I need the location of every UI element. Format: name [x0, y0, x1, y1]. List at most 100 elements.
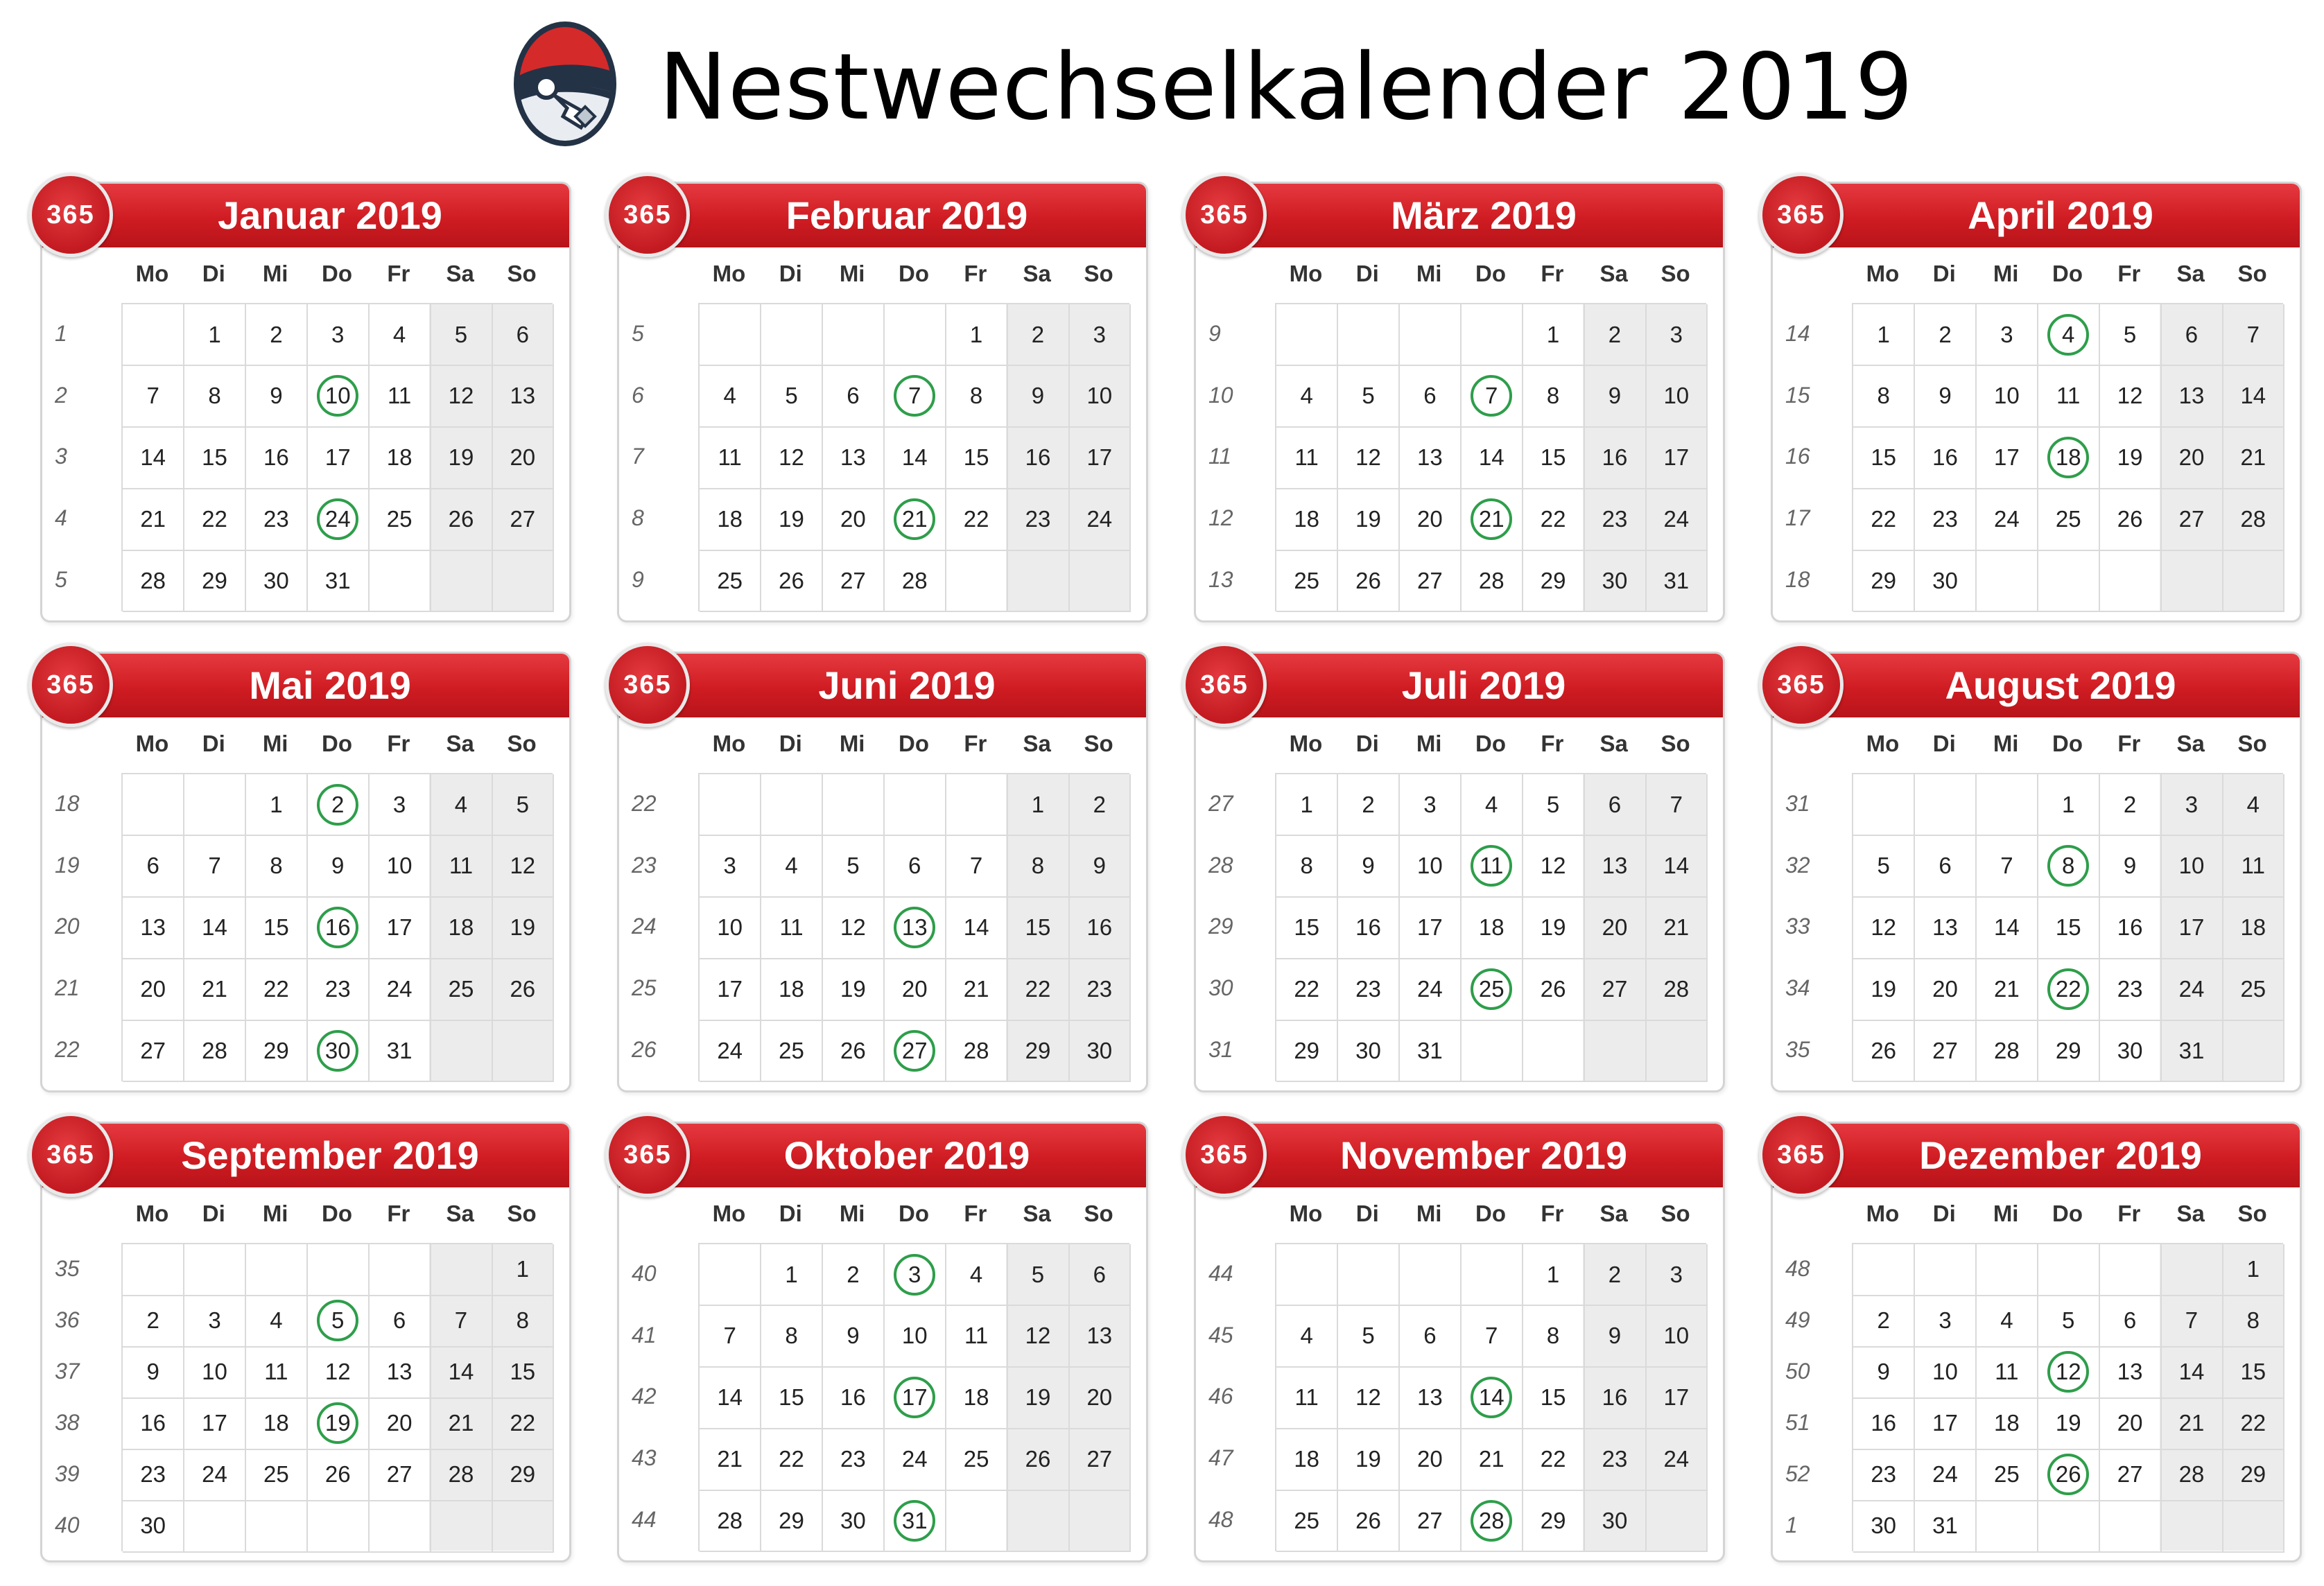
- day-cell[interactable]: 8: [1523, 1305, 1585, 1368]
- day-cell[interactable]: 20: [2099, 1398, 2162, 1450]
- day-cell[interactable]: 22: [1276, 959, 1339, 1021]
- day-cell[interactable]: 7: [1461, 1305, 1523, 1368]
- day-cell[interactable]: 20: [822, 489, 885, 551]
- day-cell[interactable]: 14: [431, 1347, 493, 1399]
- day-cell[interactable]: 26: [1523, 959, 1585, 1021]
- day-cell[interactable]: 20: [1584, 897, 1647, 959]
- day-cell[interactable]: 11: [245, 1347, 309, 1399]
- day-cell[interactable]: 25: [1976, 1449, 2039, 1501]
- day-cell[interactable]: 8: [761, 1305, 824, 1368]
- day-cell[interactable]: 18: [431, 897, 493, 959]
- day-cell[interactable]: 2: [1069, 774, 1131, 837]
- day-cell[interactable]: 19: [2038, 1398, 2100, 1450]
- day-cell[interactable]: 29: [761, 1490, 824, 1553]
- day-cell[interactable]: 4: [1461, 774, 1523, 837]
- day-cell[interactable]: 18: [1276, 1429, 1339, 1491]
- day-cell[interactable]: 13: [369, 1347, 431, 1399]
- day-cell[interactable]: 28: [946, 1020, 1008, 1083]
- day-cell[interactable]: 21: [1461, 489, 1523, 551]
- day-cell[interactable]: 12: [492, 835, 555, 898]
- day-cell[interactable]: 1: [1523, 304, 1585, 367]
- day-cell[interactable]: 30: [1584, 1490, 1647, 1553]
- day-cell[interactable]: 20: [1914, 959, 1977, 1021]
- day-cell[interactable]: 31: [369, 1020, 431, 1083]
- day-cell[interactable]: 6: [1069, 1244, 1131, 1307]
- day-cell[interactable]: 20: [2161, 427, 2223, 489]
- day-cell[interactable]: 4: [245, 1296, 309, 1348]
- day-cell[interactable]: 13: [1399, 1367, 1462, 1429]
- day-cell[interactable]: 7: [884, 365, 946, 428]
- day-cell[interactable]: 7: [1646, 774, 1708, 837]
- day-cell[interactable]: 14: [184, 897, 247, 959]
- day-cell[interactable]: 24: [884, 1429, 946, 1491]
- day-cell[interactable]: 9: [1853, 1347, 1916, 1399]
- day-cell[interactable]: 4: [2223, 774, 2285, 837]
- day-cell[interactable]: 14: [700, 1367, 762, 1429]
- day-cell[interactable]: 19: [307, 1398, 370, 1450]
- day-cell[interactable]: 30: [1853, 1501, 1916, 1553]
- day-cell[interactable]: 11: [1276, 1367, 1339, 1429]
- day-cell[interactable]: 7: [431, 1296, 493, 1348]
- day-cell[interactable]: 14: [1461, 427, 1523, 489]
- day-cell[interactable]: 12: [2038, 1347, 2100, 1399]
- day-cell[interactable]: 30: [2099, 1020, 2162, 1083]
- day-cell[interactable]: 19: [1337, 1429, 1401, 1491]
- day-cell[interactable]: 19: [1007, 1367, 1070, 1429]
- day-cell[interactable]: 5: [761, 365, 824, 428]
- day-cell[interactable]: 30: [307, 1020, 370, 1083]
- day-cell[interactable]: 11: [946, 1305, 1008, 1368]
- day-cell[interactable]: 4: [1276, 365, 1339, 428]
- day-cell[interactable]: 30: [1914, 550, 1977, 613]
- day-cell[interactable]: 15: [184, 427, 247, 489]
- day-cell[interactable]: 9: [822, 1305, 885, 1368]
- day-cell[interactable]: 17: [1646, 1367, 1708, 1429]
- day-cell[interactable]: 28: [1461, 1490, 1523, 1553]
- day-cell[interactable]: 28: [884, 550, 946, 613]
- day-cell[interactable]: 2: [307, 774, 370, 837]
- day-cell[interactable]: 12: [1853, 897, 1916, 959]
- day-cell[interactable]: 23: [2099, 959, 2162, 1021]
- day-cell[interactable]: 11: [369, 365, 431, 428]
- day-cell[interactable]: 2: [1337, 774, 1401, 837]
- day-cell[interactable]: 19: [761, 489, 824, 551]
- day-cell[interactable]: 2: [1853, 1296, 1916, 1348]
- day-cell[interactable]: 19: [1337, 489, 1401, 551]
- day-cell[interactable]: 24: [369, 959, 431, 1021]
- day-cell[interactable]: 26: [1337, 550, 1401, 613]
- day-cell[interactable]: 16: [245, 427, 309, 489]
- day-cell[interactable]: 25: [369, 489, 431, 551]
- day-cell[interactable]: 24: [1069, 489, 1131, 551]
- day-cell[interactable]: 9: [1337, 835, 1401, 898]
- day-cell[interactable]: 5: [1523, 774, 1585, 837]
- day-cell[interactable]: 21: [431, 1398, 493, 1450]
- day-cell[interactable]: 1: [946, 304, 1008, 367]
- day-cell[interactable]: 8: [946, 365, 1008, 428]
- day-cell[interactable]: 11: [431, 835, 493, 898]
- day-cell[interactable]: 15: [1276, 897, 1339, 959]
- day-cell[interactable]: 16: [123, 1398, 185, 1450]
- day-cell[interactable]: 3: [884, 1244, 946, 1307]
- day-cell[interactable]: 19: [2099, 427, 2162, 489]
- day-cell[interactable]: 13: [123, 897, 185, 959]
- day-cell[interactable]: 28: [1976, 1020, 2039, 1083]
- day-cell[interactable]: 7: [700, 1305, 762, 1368]
- day-cell[interactable]: 22: [245, 959, 309, 1021]
- day-cell[interactable]: 13: [2161, 365, 2223, 428]
- day-cell[interactable]: 11: [700, 427, 762, 489]
- day-cell[interactable]: 5: [2038, 1296, 2100, 1348]
- day-cell[interactable]: 28: [700, 1490, 762, 1553]
- day-cell[interactable]: 19: [822, 959, 885, 1021]
- day-cell[interactable]: 2: [1584, 1244, 1647, 1307]
- day-cell[interactable]: 26: [1007, 1429, 1070, 1491]
- day-cell[interactable]: 14: [884, 427, 946, 489]
- day-cell[interactable]: 15: [1853, 427, 1916, 489]
- day-cell[interactable]: 26: [822, 1020, 885, 1083]
- day-cell[interactable]: 22: [946, 489, 1008, 551]
- day-cell[interactable]: 8: [184, 365, 247, 428]
- day-cell[interactable]: 29: [2038, 1020, 2100, 1083]
- day-cell[interactable]: 26: [2099, 489, 2162, 551]
- day-cell[interactable]: 15: [946, 427, 1008, 489]
- day-cell[interactable]: 9: [123, 1347, 185, 1399]
- day-cell[interactable]: 27: [123, 1020, 185, 1083]
- day-cell[interactable]: 4: [1976, 1296, 2039, 1348]
